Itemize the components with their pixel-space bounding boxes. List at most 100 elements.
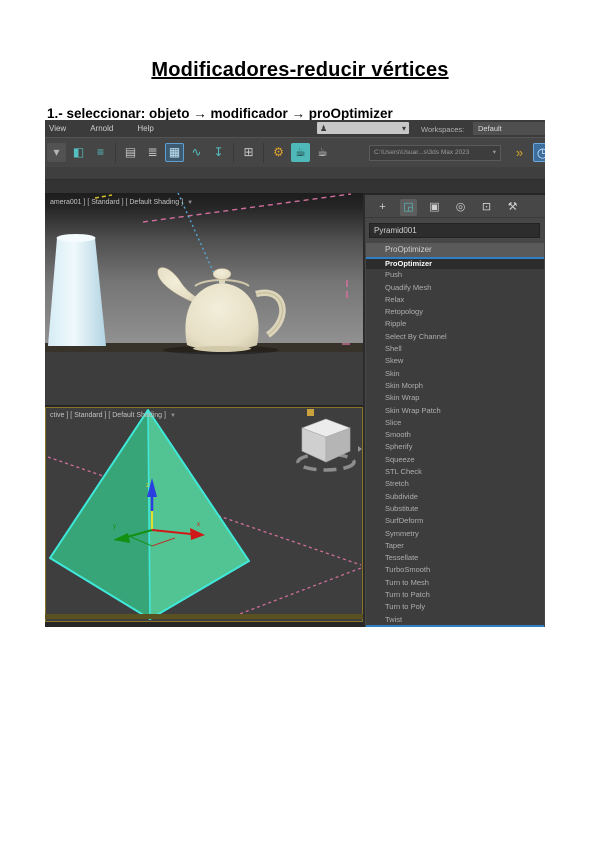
- toolbar-separator: [263, 143, 264, 163]
- user-icon: ♟: [320, 124, 327, 133]
- modifier-item-push[interactable]: Push: [366, 269, 544, 281]
- modifier-item-tessellate[interactable]: Tessellate: [366, 552, 544, 564]
- selection-dash: [95, 195, 112, 198]
- create-tab-icon[interactable]: +: [374, 199, 391, 216]
- modifier-item-surfdeform[interactable]: SurfDeform: [366, 515, 544, 527]
- modifier-item-skin-morph[interactable]: Skin Morph: [366, 380, 544, 392]
- modifier-item-select-by-channel[interactable]: Select By Channel: [366, 331, 544, 343]
- viewcube[interactable]: [298, 419, 362, 470]
- viewcube-menu-arrow[interactable]: [358, 446, 362, 452]
- 3dsmax-screenshot: ViewArnoldHelp ♟ ▾ Workspaces: Default ▾…: [45, 120, 545, 627]
- render-history-icon[interactable]: ◷: [533, 143, 545, 162]
- toolbar-separator: [115, 143, 116, 163]
- modifier-item-slice[interactable]: Slice: [366, 417, 544, 429]
- motion-tab-icon[interactable]: ◎: [452, 199, 469, 216]
- modify-tab-icon[interactable]: ◲: [400, 199, 417, 216]
- toolbar-flyout-arrow-icon[interactable]: ▾: [47, 143, 66, 162]
- toolbar-overflow-icon[interactable]: »: [510, 143, 529, 162]
- viewport-perspective-active[interactable]: ctive ] [ Standard ] [ Default Shading ]…: [45, 407, 363, 622]
- camera-viewport-canvas[interactable]: [45, 193, 363, 405]
- modifier-item-taper[interactable]: Taper: [366, 540, 544, 552]
- viewport-label-text: amera001 ] [ Standard ] [ Default Shadin…: [50, 199, 183, 206]
- toolbar-icons: ▾◧≡▤≣▦∿↧⊞⚙☕☕: [47, 143, 332, 163]
- modifier-item-squeeze[interactable]: Squeeze: [366, 454, 544, 466]
- modifier-item-skin-wrap[interactable]: Skin Wrap: [366, 392, 544, 404]
- modifier-item-skin[interactable]: Skin: [366, 368, 544, 380]
- render-setup-icon[interactable]: ⚙: [269, 143, 288, 162]
- modifier-item-symmetry[interactable]: Symmetry: [366, 528, 544, 540]
- hierarchy-tab-icon[interactable]: ▣: [426, 199, 443, 216]
- curve-editor-icon[interactable]: ∿: [187, 143, 206, 162]
- object-name-field[interactable]: Pyramid001: [369, 223, 540, 238]
- modifier-item-turbosmooth[interactable]: TurboSmooth: [366, 564, 544, 576]
- menu-item-view[interactable]: View: [49, 124, 66, 133]
- dope-sheet-icon[interactable]: ↧: [209, 143, 228, 162]
- command-panel-tabs: + ◲ ▣ ◎ ⊡ ⚒: [365, 197, 545, 218]
- chevron-down-icon: ▾: [493, 146, 496, 160]
- menu-item-arnold[interactable]: Arnold: [90, 124, 113, 133]
- modifier-item-prooptimizer[interactable]: ProOptimizer: [366, 257, 544, 269]
- display-tab-icon[interactable]: ⊡: [478, 199, 495, 216]
- modifier-item-turn-to-poly[interactable]: Turn to Poly: [366, 601, 544, 613]
- maxscript-editor-icon[interactable]: ⊞: [239, 143, 258, 162]
- svg-text:z: z: [146, 483, 149, 489]
- project-folder-dropdown[interactable]: C:\Users\Usuar...s\3ds Max 2023 ▾: [369, 145, 501, 161]
- modifier-dropdown-open-list: ProOptimizerPushQuadify MeshRelaxRetopol…: [366, 257, 544, 627]
- layer-explorer-icon[interactable]: ≣: [143, 143, 162, 162]
- modifier-item-smooth[interactable]: Smooth: [366, 429, 544, 441]
- scene-explorer-icon[interactable]: ▤: [121, 143, 140, 162]
- svg-text:y: y: [113, 524, 116, 530]
- main-toolbar: ▾◧≡▤≣▦∿↧⊞⚙☕☕ C:\Users\Usuar...s\3ds Max …: [45, 137, 545, 167]
- pyramid-object[interactable]: [50, 410, 249, 619]
- workspaces-dropdown[interactable]: Default: [473, 122, 545, 135]
- modifier-item-turn-to-patch[interactable]: Turn to Patch: [366, 589, 544, 601]
- utilities-tab-icon[interactable]: ⚒: [504, 199, 521, 216]
- modifier-item-spherify[interactable]: Spherify: [366, 441, 544, 453]
- modifier-item-relax[interactable]: Relax: [366, 294, 544, 306]
- modifier-list-dropdown[interactable]: ProOptimizer: [366, 243, 544, 257]
- camera-cone-line: [229, 568, 361, 618]
- viewport-camera[interactable]: amera001 ] [ Standard ] [ Default Shadin…: [45, 193, 363, 405]
- below-horizon: [45, 352, 363, 405]
- filter-funnel-icon[interactable]: ▼: [187, 200, 193, 206]
- viewport-top-strip: [45, 180, 545, 193]
- rendered-frame-window-icon[interactable]: ☕: [291, 143, 310, 162]
- align-icon[interactable]: ≡: [91, 143, 110, 162]
- filter-funnel-icon[interactable]: ▼: [170, 413, 176, 419]
- perspective-viewport-canvas[interactable]: z x y: [45, 407, 363, 622]
- toolbar-separator: [233, 143, 234, 163]
- modifier-item-substitute[interactable]: Substitute: [366, 503, 544, 515]
- modifier-item-stl-check[interactable]: STL Check: [366, 466, 544, 478]
- modifier-item-retopology[interactable]: Retopology: [366, 306, 544, 318]
- modifier-item-skew[interactable]: Skew: [366, 355, 544, 367]
- step-instruction: 1.- seleccionar: objeto → modificador → …: [47, 106, 393, 121]
- toolbar-lower-strip: [45, 167, 545, 180]
- modifier-item-ripple[interactable]: Ripple: [366, 318, 544, 330]
- viewcube-home-icon[interactable]: [307, 409, 314, 416]
- modifier-item-skin-wrap-patch[interactable]: Skin Wrap Patch: [366, 405, 544, 417]
- cone-object[interactable]: [48, 234, 106, 346]
- toolbar-right-icons: »◷»: [510, 143, 545, 162]
- viewport-camera-label[interactable]: amera001 ] [ Standard ] [ Default Shadin…: [50, 199, 193, 206]
- ground-plane: [45, 614, 363, 619]
- project-path-text: C:\Users\Usuar...s\3ds Max 2023: [374, 146, 469, 160]
- modifier-item-twist[interactable]: Twist: [366, 614, 544, 626]
- modifier-item-subdivide[interactable]: Subdivide: [366, 491, 544, 503]
- viewport-perspective-label[interactable]: ctive ] [ Standard ] [ Default Shading ]…: [50, 412, 176, 419]
- svg-text:x: x: [197, 522, 200, 528]
- sign-in-button[interactable]: ♟ ▾: [317, 122, 409, 134]
- teapot-object[interactable]: [158, 267, 283, 354]
- viewport-label-text: ctive ] [ Standard ] [ Default Shading ]: [50, 412, 166, 419]
- render-production-icon[interactable]: ☕: [313, 143, 332, 162]
- modifier-item-stretch[interactable]: Stretch: [366, 478, 544, 490]
- mirror-icon[interactable]: ◧: [69, 143, 88, 162]
- modifier-item-shell[interactable]: Shell: [366, 343, 544, 355]
- page-title: Modificadores-reducir vértices: [0, 59, 600, 82]
- chevron-down-icon: ▾: [402, 124, 406, 133]
- menu-bar: View Arnold Help: [45, 120, 545, 137]
- ribbon-toggle-icon[interactable]: ▦: [165, 143, 184, 162]
- modifier-item-turn-to-mesh[interactable]: Turn to Mesh: [366, 577, 544, 589]
- menu-item-help[interactable]: Help: [137, 124, 153, 133]
- command-panel: + ◲ ▣ ◎ ⊡ ⚒ Pyramid001 ProOptimizer ProOptimi…: [363, 195, 545, 627]
- modifier-item-quadify-mesh[interactable]: Quadify Mesh: [366, 282, 544, 294]
